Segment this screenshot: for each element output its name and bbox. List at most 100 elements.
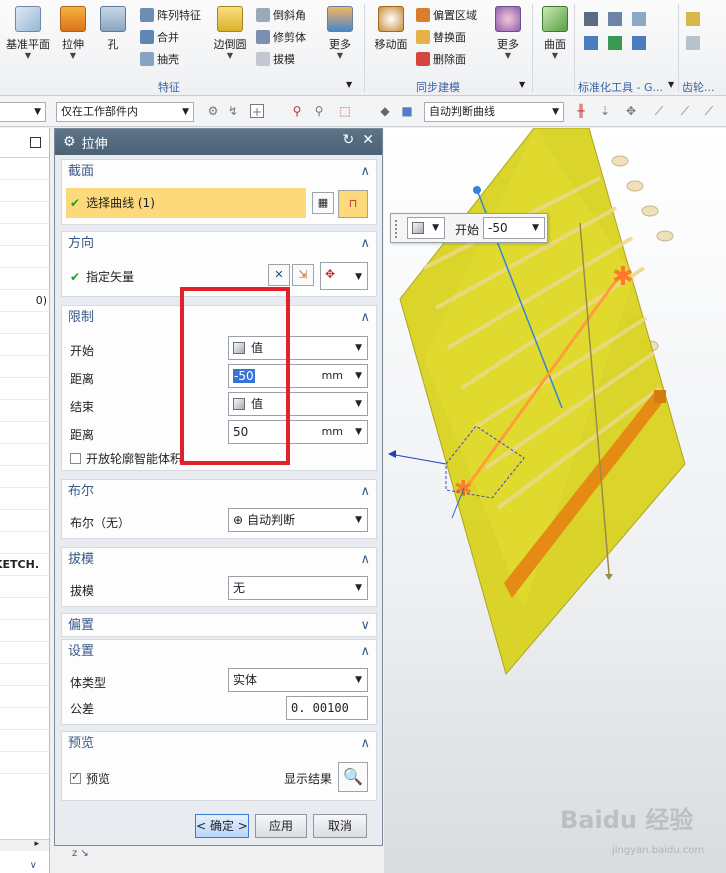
snap-icon[interactable]: ⟋ — [678, 104, 692, 118]
chevron-up-icon[interactable]: ∧ — [360, 160, 370, 184]
surface-button[interactable]: 曲面 ▼ — [538, 6, 572, 60]
chevron-down-icon[interactable]: ∨ — [360, 614, 370, 638]
extrude-button[interactable]: 拉伸 ▼ — [56, 6, 90, 60]
navigator-row[interactable] — [0, 312, 49, 334]
chevron-down-icon[interactable]: ▼ — [668, 80, 674, 89]
chevron-up-icon[interactable]: ∧ — [360, 480, 370, 504]
sketch-section-icon[interactable]: ▦ — [312, 192, 334, 214]
navigator-row[interactable]: 0) — [0, 290, 49, 312]
chevron-up-icon[interactable]: ∧ — [360, 548, 370, 572]
navigator-row[interactable] — [0, 158, 49, 180]
apply-button[interactable]: 应用 — [255, 814, 307, 838]
snap-icon[interactable]: ⚙ — [206, 104, 220, 118]
navigator-row[interactable] — [0, 356, 49, 378]
open-profile-row[interactable]: 开放轮廓智能体积 — [70, 450, 182, 467]
show-result-button[interactable]: 🔍 — [338, 762, 368, 792]
navigator-row[interactable] — [0, 532, 49, 554]
navigator-row[interactable] — [0, 444, 49, 466]
navigator-row[interactable] — [0, 180, 49, 202]
snap-point-icon[interactable]: ⚲ — [290, 104, 304, 118]
unite-button[interactable]: 合并 — [140, 29, 179, 45]
tool-icon[interactable] — [584, 12, 598, 26]
tool-icon[interactable] — [584, 36, 598, 50]
navigator-row[interactable] — [0, 686, 49, 708]
chevron-up-icon[interactable]: ∧ — [360, 232, 370, 256]
box-select-icon[interactable]: ⬚ — [338, 104, 352, 118]
type-filter-select[interactable]: ▼ — [0, 102, 46, 122]
navigator-row[interactable] — [0, 642, 49, 664]
boolean-select[interactable]: ⊕ 自动判断 ▼ — [228, 508, 368, 532]
curve-select-icon[interactable]: ⊓ — [338, 190, 368, 218]
navigator-row[interactable] — [0, 708, 49, 730]
pattern-feature-button[interactable]: 阵列特征 — [140, 7, 201, 23]
selection-scope-select[interactable]: 仅在工作部件内 ▼ — [56, 102, 194, 122]
navigator-row[interactable] — [0, 202, 49, 224]
section-header[interactable]: 拔模 ∧ — [62, 548, 376, 572]
ok-button[interactable]: < 确定 > — [195, 814, 249, 838]
preview-checkbox[interactable] — [70, 770, 81, 784]
cancel-button[interactable]: 取消 — [313, 814, 367, 838]
snap-icon[interactable]: ⇣ — [598, 104, 612, 118]
more-sync-button[interactable]: 更多 ▼ — [490, 6, 526, 60]
navigator-row[interactable] — [0, 598, 49, 620]
more-features-button[interactable]: 更多 ▼ — [322, 6, 358, 60]
datum-plane-button[interactable]: 基准平面 ▼ — [4, 6, 52, 60]
snap-icon[interactable]: ↯ — [226, 104, 240, 118]
select-curve-row[interactable]: ✔ 选择曲线 (1) — [66, 188, 306, 218]
navigator-row[interactable] — [0, 620, 49, 642]
preview-row[interactable]: 预览 — [70, 770, 110, 787]
edge-blend-button[interactable]: 边倒圆 ▼ — [210, 6, 250, 60]
direction-vector-handle[interactable] — [473, 186, 481, 194]
navigator-row[interactable] — [0, 730, 49, 752]
gear-icon[interactable]: ⚙ — [63, 134, 76, 150]
reverse-direction-icon[interactable]: ✕ — [268, 264, 290, 286]
section-header[interactable]: 截面 ∧ — [62, 160, 376, 184]
drag-handle[interactable] — [395, 220, 401, 238]
navigator-row[interactable] — [0, 422, 49, 444]
navigator-row[interactable] — [0, 334, 49, 356]
chamfer-button[interactable]: 倒斜角 — [256, 7, 306, 23]
chevron-down-icon[interactable]: ▼ — [519, 80, 525, 89]
navigator-row[interactable] — [0, 400, 49, 422]
close-icon[interactable]: ✕ — [362, 132, 374, 148]
tool-icon[interactable] — [686, 12, 700, 26]
navigator-scrollbar[interactable]: ▸ — [0, 839, 49, 851]
tool-icon[interactable] — [608, 36, 622, 50]
tool-icon[interactable] — [608, 12, 622, 26]
chevron-right-icon[interactable]: ▸ — [34, 839, 39, 849]
navigator-row[interactable] — [0, 664, 49, 686]
chevron-down-icon[interactable]: ▼ — [346, 80, 352, 89]
select-icon[interactable]: + — [250, 104, 264, 119]
open-profile-checkbox[interactable] — [70, 453, 81, 464]
offset-region-button[interactable]: 偏置区域 — [416, 7, 477, 23]
chevron-down-icon[interactable]: ∨ — [30, 860, 37, 871]
navigator-row[interactable] — [0, 246, 49, 268]
snap-icon[interactable]: ╫ — [574, 104, 588, 118]
navigator-row[interactable] — [0, 510, 49, 532]
navigator-row[interactable] — [0, 576, 49, 598]
snap-icon[interactable]: ✥ — [624, 104, 638, 118]
navigator-row[interactable] — [0, 488, 49, 510]
snap-icon[interactable]: ⟋ — [652, 104, 666, 118]
section-header[interactable]: 布尔 ∧ — [62, 480, 376, 504]
vector-dialog-icon[interactable]: ⇲ — [292, 264, 314, 286]
navigator-row[interactable]: KETCH. — [0, 554, 49, 576]
vector-type-select[interactable]: ✥ ▼ — [320, 262, 368, 290]
section-header[interactable]: 方向 ∧ — [62, 232, 376, 256]
trim-body-button[interactable]: 修剪体 — [256, 29, 306, 45]
navigator-row[interactable] — [0, 378, 49, 400]
snap-icon[interactable]: ⟋ — [702, 104, 716, 118]
tool-icon[interactable] — [686, 36, 700, 50]
navigator-row[interactable] — [0, 224, 49, 246]
popup-start-value-field[interactable]: -50 ▼ — [483, 217, 545, 239]
face-filter-icon[interactable]: ◆ — [378, 104, 392, 118]
move-face-button[interactable]: 移动面 — [372, 6, 410, 52]
draft-select[interactable]: 无 ▼ — [228, 576, 368, 600]
chevron-up-icon[interactable]: ∧ — [360, 732, 370, 756]
maximize-icon[interactable] — [30, 137, 41, 148]
draft-button[interactable]: 拔模 — [256, 51, 295, 67]
tool-icon[interactable] — [632, 36, 646, 50]
snap-icon[interactable]: ⚲ — [312, 104, 326, 118]
delete-face-button[interactable]: 删除面 — [416, 51, 466, 67]
reset-icon[interactable]: ↻ — [343, 132, 355, 148]
